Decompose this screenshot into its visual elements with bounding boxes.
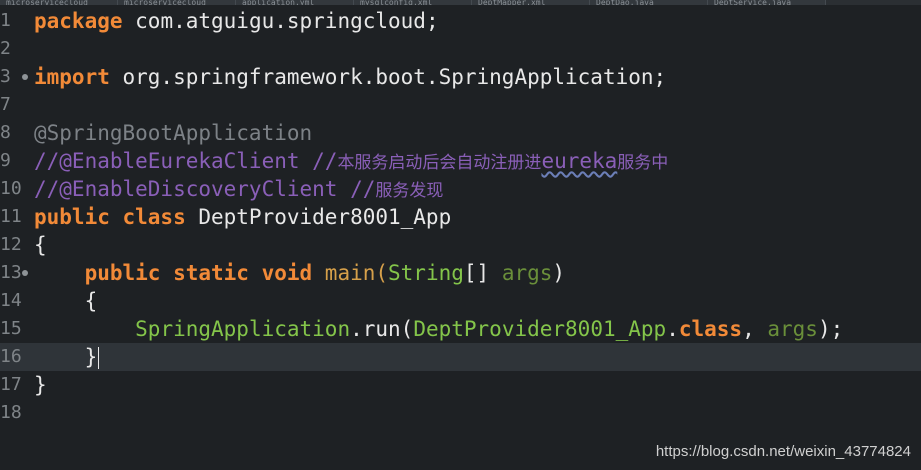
code-token: ); [817,317,844,341]
code-line-current[interactable]: 16 } [0,343,921,371]
code-line[interactable]: 14 { [0,287,921,315]
method-name: main( [312,261,389,285]
code-token: [] [463,261,502,285]
parameter: args [501,261,553,285]
code-line[interactable]: 1 package com.atguigu.springcloud; [0,7,921,35]
code-text[interactable]: import org.springframework.boot.SpringAp… [34,63,666,91]
code-line[interactable]: 10 //@EnableDiscoveryClient //服务发现 [0,175,921,203]
code-line[interactable]: 18 [0,399,921,427]
code-line[interactable]: 2 [0,35,921,63]
parameter: args [767,317,818,341]
keyword: class [678,317,743,341]
code-line[interactable]: 12 { [0,231,921,259]
line-number: 14 [0,290,22,311]
code-line[interactable]: 8 @SpringBootApplication [0,119,921,147]
code-token: . [666,317,679,341]
comment: 服务中 [617,153,669,173]
code-text[interactable]: } [34,371,47,399]
editor-tab[interactable]: DeptService.java [708,0,826,5]
line-number: 17 [0,374,22,395]
keyword: import [34,65,110,89]
line-number: 11 [0,206,22,227]
code-token: } [34,373,47,397]
editor-tab[interactable]: mysqlconfig.xml [354,0,472,5]
spellcheck-word: eureka [541,149,618,173]
line-number: 7 [0,94,11,115]
code-token: .run( [350,317,414,341]
code-text[interactable]: { [34,287,98,315]
type-name: DeptProvider8001_App [413,317,667,341]
comment: //@EnableEurekaClient // [34,149,338,173]
code-line[interactable]: 15 SpringApplication.run(DeptProvider800… [0,315,921,343]
code-token: { [34,233,47,257]
editor-tab-bar: microservicecloud microservicecloud appl… [0,0,921,5]
code-text[interactable]: SpringApplication.run(DeptProvider8001_A… [34,315,843,343]
line-number: 2 [0,38,11,59]
code-text[interactable]: @SpringBootApplication [34,119,312,147]
code-token: org.springframework.boot.SpringApplicati… [109,65,667,89]
keyword: public static void [84,261,313,285]
code-text[interactable]: } [34,343,100,371]
code-line[interactable]: 3 import org.springframework.boot.Spring… [0,63,921,91]
line-number: 15 [0,318,22,339]
line-number: 12 [0,234,22,255]
code-text[interactable]: //@EnableDiscoveryClient //服务发现 [34,175,443,203]
line-number: 9 [0,150,11,171]
code-editor[interactable]: 1 package com.atguigu.springcloud; 2 3 i… [0,7,921,470]
editor-tab[interactable]: DeptDao.java [590,0,708,5]
editor-tab[interactable]: DeptMapper.xml [472,0,590,5]
comment: 本服务启动后会自动注册进 [337,153,542,173]
watermark: https://blog.csdn.net/weixin_43774824 [655,443,911,460]
line-number: 1 [0,10,11,31]
code-text[interactable]: public static void main(String[] args) [34,259,565,287]
code-token: { [34,289,98,313]
editor-tab[interactable]: microservicecloud [0,0,118,5]
code-token: , [742,317,768,341]
comment: //@EnableDiscoveryClient // [34,177,376,201]
code-line[interactable]: 17 } [0,371,921,399]
code-token: DeptProvider8001_App [185,205,452,229]
line-number: 16 [0,346,22,367]
code-token: ) [552,261,566,285]
annotation: @SpringBootApplication [34,121,313,145]
code-line[interactable]: 7 [0,91,921,119]
line-number: 10 [0,178,22,199]
text-cursor [98,347,100,369]
keyword: public class [34,205,186,229]
code-text[interactable]: public class DeptProvider8001_App [34,203,451,231]
code-line[interactable]: 13 public static void main(String[] args… [0,259,921,287]
code-text[interactable]: package com.atguigu.springcloud; [34,7,439,35]
fold-toggle-icon[interactable] [22,270,28,276]
code-text[interactable]: //@EnableEurekaClient //本服务启动后会自动注册进eure… [34,147,668,175]
comment: 服务发现 [375,181,444,201]
line-number: 8 [0,122,11,143]
keyword: package [34,9,123,33]
code-line[interactable]: 9 //@EnableEurekaClient //本服务启动后会自动注册进eu… [0,147,921,175]
code-token: } [34,345,98,369]
code-line[interactable]: 11 public class DeptProvider8001_App [0,203,921,231]
type-name: String [388,261,464,285]
code-token: com.atguigu.springcloud; [122,9,439,33]
code-text[interactable]: { [34,231,47,259]
type-name: SpringApplication [135,317,351,341]
editor-tab[interactable]: microservicecloud [118,0,236,5]
fold-toggle-icon[interactable] [22,74,28,80]
editor-tab[interactable]: application.yml [236,0,354,5]
line-number: 18 [0,402,22,423]
